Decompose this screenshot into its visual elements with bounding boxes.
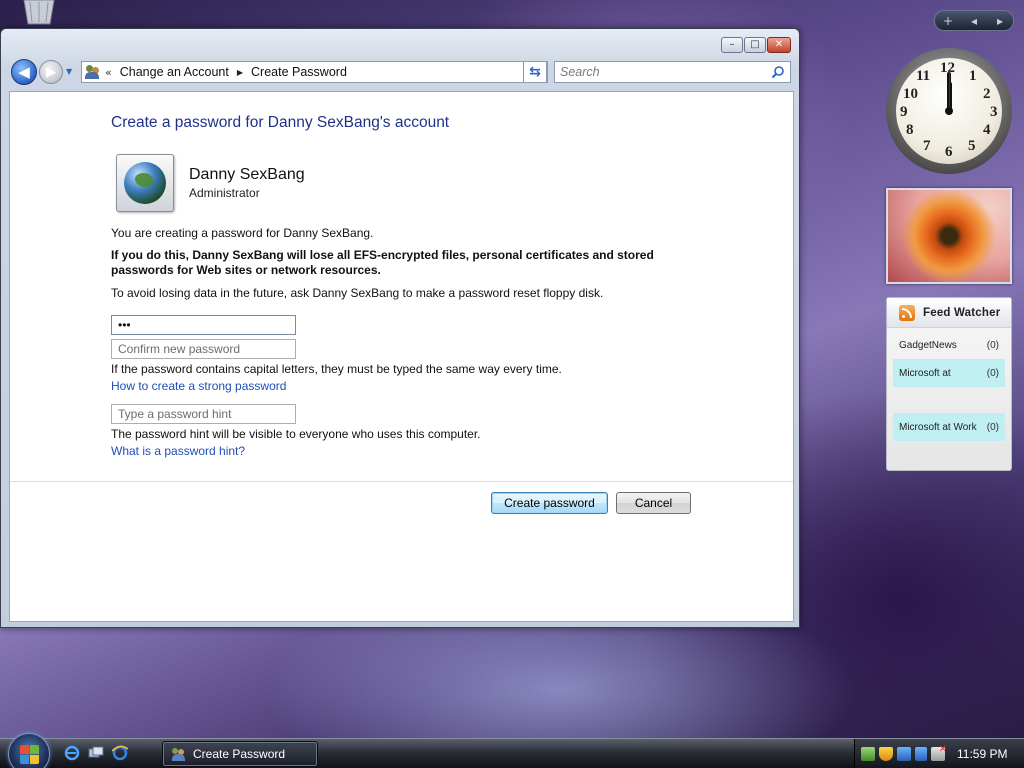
new-password-field[interactable] bbox=[111, 315, 296, 335]
clock-number: 10 bbox=[903, 86, 918, 102]
feed-watcher-gadget[interactable]: Feed Watcher GadgetNews (0) Microsoft at… bbox=[886, 297, 1012, 471]
hint-note: The password hint will be visible to eve… bbox=[111, 427, 481, 441]
breadcrumb-change-account[interactable]: Change an Account bbox=[120, 65, 229, 79]
close-button[interactable]: ✕ bbox=[767, 37, 791, 53]
recycle-bin-icon[interactable] bbox=[20, 0, 58, 26]
switch-windows-icon[interactable] bbox=[88, 745, 104, 761]
feed-item-name: GadgetNews bbox=[899, 339, 957, 351]
network-status-icon[interactable] bbox=[915, 747, 927, 761]
clock-gadget[interactable]: 12 1 2 3 4 5 6 7 8 9 10 11 bbox=[886, 48, 1012, 174]
search-box[interactable] bbox=[554, 61, 791, 83]
network-icon[interactable] bbox=[897, 747, 911, 761]
security-shield-icon[interactable] bbox=[879, 747, 893, 761]
add-gadget-button[interactable]: + bbox=[938, 14, 958, 28]
divider bbox=[10, 481, 793, 482]
minimize-button[interactable]: – bbox=[721, 37, 743, 53]
content-pane: Create a password for Danny SexBang's ac… bbox=[9, 91, 794, 622]
slideshow-gadget[interactable] bbox=[886, 188, 1012, 284]
feed-item[interactable]: GadgetNews (0) bbox=[893, 334, 1005, 356]
taskbar: Create Password ✕ 11:59 PM bbox=[0, 733, 1024, 768]
breadcrumb-separator-icon[interactable]: ▶ bbox=[237, 68, 243, 77]
page-title: Create a password for Danny SexBang's ac… bbox=[111, 114, 450, 131]
strong-password-link[interactable]: How to create a strong password bbox=[111, 379, 286, 393]
user-accounts-icon bbox=[84, 64, 102, 80]
taskbar-item-label: Create Password bbox=[193, 747, 286, 761]
previous-page-button[interactable]: ◂ bbox=[964, 14, 984, 28]
system-tray: ✕ 11:59 PM bbox=[854, 739, 1024, 768]
feed-item-count: (0) bbox=[986, 339, 999, 351]
volume-muted-icon[interactable]: ✕ bbox=[931, 745, 947, 761]
recent-pages-dropdown-icon[interactable]: ▼ bbox=[66, 67, 72, 76]
back-button[interactable]: ◀ bbox=[11, 59, 37, 85]
clock-face: 12 1 2 3 4 5 6 7 8 9 10 11 bbox=[896, 58, 1002, 164]
internet-explorer-icon[interactable] bbox=[64, 745, 80, 761]
create-password-window: – □ ✕ ◀ ▶ ▼ « Change an Account ▶ Create… bbox=[0, 28, 800, 628]
search-input[interactable] bbox=[555, 62, 765, 82]
password-hint-link[interactable]: What is a password hint? bbox=[111, 444, 245, 458]
feed-header: Feed Watcher bbox=[887, 298, 1011, 328]
windows-logo-icon bbox=[20, 745, 40, 765]
address-bar[interactable]: « Change an Account ▶ Create Password ▼ bbox=[81, 61, 548, 83]
create-password-button[interactable]: Create password bbox=[491, 492, 608, 514]
start-button[interactable] bbox=[8, 733, 50, 768]
feed-title: Feed Watcher bbox=[923, 306, 1001, 319]
forward-arrow-icon: ▶ bbox=[46, 64, 56, 80]
clock-number: 9 bbox=[900, 104, 908, 120]
clock-number: 8 bbox=[906, 122, 914, 138]
second-hand bbox=[948, 70, 950, 112]
back-arrow-icon: ◀ bbox=[18, 63, 30, 81]
refresh-icon[interactable]: ⇆ bbox=[523, 61, 547, 83]
confirm-password-field[interactable] bbox=[111, 339, 296, 359]
caps-note: If the password contains capital letters… bbox=[111, 362, 562, 376]
clock-number: 5 bbox=[968, 138, 976, 154]
ie-browser-icon[interactable] bbox=[112, 745, 128, 761]
caption-buttons: – □ ✕ bbox=[721, 37, 791, 53]
feed-list: GadgetNews (0) Microsoft at (0) Microsof… bbox=[887, 328, 1011, 441]
clock-number: 6 bbox=[945, 144, 953, 160]
clock-number: 11 bbox=[916, 68, 931, 84]
feed-item[interactable]: Microsoft at Work (0) bbox=[893, 413, 1005, 441]
feed-item-name: Microsoft at Work bbox=[899, 421, 977, 433]
advice-text: To avoid losing data in the future, ask … bbox=[111, 286, 604, 300]
clock-number: 2 bbox=[983, 86, 991, 102]
feed-item[interactable]: Microsoft at (0) bbox=[893, 359, 1005, 387]
user-accounts-icon bbox=[171, 747, 187, 761]
maximize-button[interactable]: □ bbox=[744, 37, 766, 53]
warning-text: If you do this, Danny SexBang will lose … bbox=[111, 248, 654, 277]
clock-number: 7 bbox=[923, 138, 931, 154]
feed-item-count: (0) bbox=[986, 421, 999, 433]
sidebar-controls: + ◂ ▸ bbox=[934, 10, 1014, 31]
breadcrumb-overflow[interactable]: « bbox=[105, 66, 112, 79]
intro-text: You are creating a password for Danny Se… bbox=[111, 226, 374, 240]
clock-number: 3 bbox=[990, 104, 998, 120]
feed-item-name: Microsoft at bbox=[899, 367, 951, 379]
account-role: Administrator bbox=[189, 186, 260, 200]
clock-number: 4 bbox=[983, 122, 991, 138]
clock-pin bbox=[945, 107, 953, 115]
clock-time[interactable]: 11:59 PM bbox=[957, 747, 1007, 761]
cancel-button[interactable]: Cancel bbox=[616, 492, 691, 514]
avatar bbox=[116, 154, 174, 212]
search-icon[interactable] bbox=[771, 65, 785, 79]
rss-icon bbox=[899, 304, 915, 321]
taskbar-item-create-password[interactable]: Create Password bbox=[162, 741, 318, 767]
forward-button[interactable]: ▶ bbox=[39, 60, 63, 84]
clock-number: 1 bbox=[969, 68, 977, 84]
safely-remove-icon[interactable] bbox=[861, 747, 875, 761]
account-name: Danny SexBang bbox=[189, 166, 305, 183]
password-hint-field[interactable] bbox=[111, 404, 296, 424]
next-page-button[interactable]: ▸ bbox=[990, 14, 1010, 28]
breadcrumb-create-password[interactable]: Create Password bbox=[251, 65, 347, 79]
feed-item-count: (0) bbox=[986, 367, 999, 379]
